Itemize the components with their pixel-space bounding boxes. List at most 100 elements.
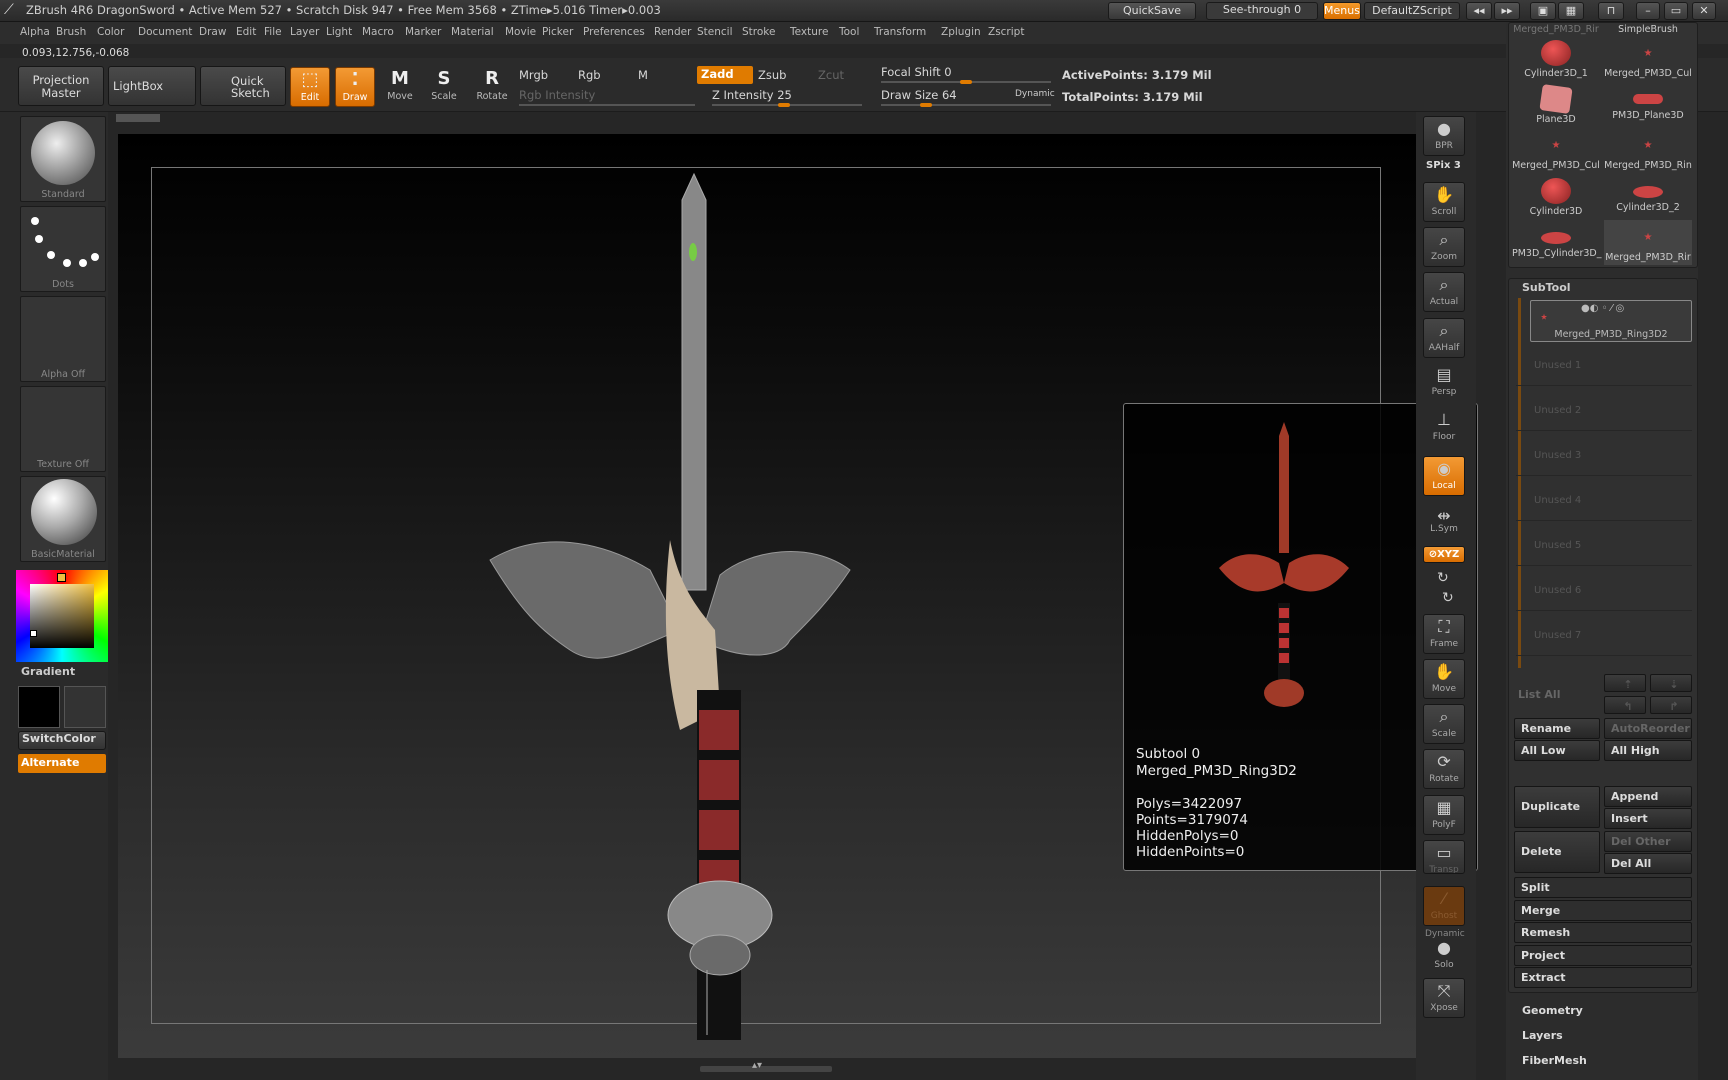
- rotate-view-button[interactable]: ⟳ Rotate: [1423, 749, 1465, 789]
- list-all-button[interactable]: List All: [1518, 688, 1560, 701]
- rgb-button[interactable]: Rgb: [578, 68, 601, 82]
- menu-stencil[interactable]: Stencil: [697, 26, 733, 38]
- tool-thumb-0-label[interactable]: Merged_PM3D_Rir: [1512, 24, 1600, 35]
- split-section[interactable]: Split: [1514, 877, 1692, 898]
- persp-button[interactable]: ▤ Persp: [1423, 363, 1465, 403]
- menu-zplugin[interactable]: Zplugin: [941, 26, 981, 38]
- quicksave-button[interactable]: QuickSave: [1108, 2, 1196, 20]
- menu-stroke[interactable]: Stroke: [742, 26, 775, 38]
- lock-icon[interactable]: ⊓: [1598, 2, 1624, 20]
- move-down-arrow-icon[interactable]: ⇣: [1650, 674, 1692, 692]
- dragon-sword-model[interactable]: [480, 170, 860, 1040]
- rotate-z-icon[interactable]: ↻: [1442, 590, 1454, 606]
- draw-button[interactable]: ⁚ Draw: [335, 67, 375, 107]
- material-selector[interactable]: BasicMaterial: [20, 476, 106, 562]
- subtool-header[interactable]: SubTool: [1522, 281, 1571, 294]
- menu-marker[interactable]: Marker: [405, 26, 441, 38]
- tool-thumb-3[interactable]: ⋆ Merged_PM3D_Cul: [1604, 36, 1692, 81]
- xyz-symmetry-button[interactable]: ⊘XYZ: [1423, 546, 1465, 563]
- layers-section[interactable]: Layers: [1522, 1029, 1563, 1042]
- maximize-icon[interactable]: ▭: [1664, 2, 1688, 20]
- projection-master-button[interactable]: Projection Master: [18, 66, 104, 106]
- geometry-section[interactable]: Geometry: [1522, 1004, 1583, 1017]
- m-button[interactable]: M: [638, 68, 648, 82]
- subtool-slot-2[interactable]: Unused 2: [1516, 391, 1692, 431]
- shift-right-icon[interactable]: ↱: [1650, 696, 1692, 714]
- forward-icon[interactable]: ▸▸: [1494, 2, 1520, 20]
- move-up-arrow-icon[interactable]: ⇡: [1604, 674, 1646, 692]
- duplicate-button[interactable]: Duplicate: [1514, 786, 1600, 828]
- fibermesh-section[interactable]: FiberMesh: [1522, 1054, 1587, 1067]
- texture-selector[interactable]: Texture Off: [20, 386, 106, 472]
- polyf-button[interactable]: ▦ PolyF: [1423, 795, 1465, 835]
- tray-expand-arrow-icon[interactable]: ▴▾: [752, 1060, 762, 1071]
- bpr-button[interactable]: ● BPR: [1423, 116, 1465, 156]
- menu-alpha[interactable]: Alpha: [20, 26, 50, 38]
- subtool-slot-6[interactable]: Unused 6: [1516, 571, 1692, 611]
- scale-view-button[interactable]: ⌕ Scale: [1423, 704, 1465, 744]
- append-button[interactable]: Append: [1604, 786, 1692, 807]
- z-intensity-slider[interactable]: Z Intensity 25: [712, 88, 792, 102]
- zadd-button[interactable]: Zadd: [697, 66, 753, 84]
- stroke-selector[interactable]: Dots: [20, 206, 106, 292]
- tool-thumb-6[interactable]: ⋆ Merged_PM3D_Cul: [1512, 128, 1600, 173]
- menu-movie[interactable]: Movie: [505, 26, 536, 38]
- see-through-slider[interactable]: See-through 0: [1206, 2, 1318, 20]
- tool-thumb-7[interactable]: ⋆ Merged_PM3D_Rin: [1604, 128, 1692, 173]
- solo-button[interactable]: ● Solo: [1423, 936, 1465, 976]
- alternate-button[interactable]: Alternate: [18, 754, 106, 773]
- menu-preferences[interactable]: Preferences: [583, 26, 645, 38]
- color-saturation-square[interactable]: [30, 584, 94, 648]
- menu-document[interactable]: Document: [138, 26, 192, 38]
- tool-thumb-8[interactable]: Cylinder3D: [1512, 174, 1600, 219]
- quick-sketch-button[interactable]: Quick Sketch: [200, 66, 286, 106]
- scroll-button[interactable]: ✋ Scroll: [1423, 182, 1465, 222]
- mrgb-button[interactable]: Mrgb: [519, 68, 548, 82]
- secondary-color-swatch[interactable]: [64, 686, 106, 728]
- subtool-slot-7[interactable]: Unused 7: [1516, 616, 1692, 656]
- shift-left-icon[interactable]: ↰: [1604, 696, 1646, 714]
- focal-shift-knob[interactable]: [960, 80, 972, 84]
- project-section[interactable]: Project: [1514, 945, 1692, 966]
- delete-button[interactable]: Delete: [1514, 831, 1600, 873]
- tool-thumb-1-label[interactable]: SimpleBrush: [1604, 24, 1692, 35]
- tool-thumb-2[interactable]: Cylinder3D_1: [1512, 36, 1600, 81]
- menu-texture[interactable]: Texture: [790, 26, 828, 38]
- xpose-button[interactable]: ⤧ Xpose: [1423, 978, 1465, 1018]
- autoreorder-button[interactable]: AutoReorder: [1604, 718, 1692, 739]
- canvas-scroll-handle[interactable]: [116, 114, 160, 122]
- lightbox-button[interactable]: LightBox: [108, 66, 196, 106]
- edit-button[interactable]: ⬚ Edit: [290, 67, 330, 107]
- move-view-button[interactable]: ✋ Move: [1423, 659, 1465, 699]
- minimize-icon[interactable]: –: [1636, 2, 1660, 20]
- gradient-label[interactable]: Gradient: [21, 665, 75, 678]
- transp-button[interactable]: ▭ Transp: [1423, 840, 1465, 874]
- menu-transform[interactable]: Transform: [874, 26, 926, 38]
- rewind-icon[interactable]: ◂◂: [1466, 2, 1492, 20]
- floor-button[interactable]: ⊥ Floor: [1423, 408, 1465, 448]
- menu-color[interactable]: Color: [97, 26, 124, 38]
- scale-button[interactable]: S Scale: [424, 67, 464, 107]
- visibility-eye-icon[interactable]: ●◐ ◦ ⁄ ◎: [1581, 303, 1624, 314]
- brush-selector[interactable]: Standard: [20, 116, 106, 202]
- close-icon[interactable]: ✕: [1692, 2, 1716, 20]
- draw-size-track[interactable]: [881, 104, 1051, 106]
- layout-icon[interactable]: ▣: [1530, 2, 1556, 20]
- z-intensity-knob[interactable]: [778, 103, 790, 107]
- lsym-button[interactable]: ⇹ L.Sym: [1423, 508, 1465, 538]
- menu-picker[interactable]: Picker: [542, 26, 573, 38]
- subtool-slot-3[interactable]: Unused 3: [1516, 436, 1692, 476]
- color-picker[interactable]: [16, 570, 108, 662]
- del-other-button[interactable]: Del Other: [1604, 831, 1692, 852]
- rgb-intensity-slider[interactable]: Rgb Intensity: [519, 88, 595, 102]
- merge-section[interactable]: Merge: [1514, 900, 1692, 921]
- frame-button[interactable]: ⛶ Frame: [1423, 614, 1465, 654]
- menu-edit[interactable]: Edit: [236, 26, 256, 38]
- move-button[interactable]: M Move: [380, 67, 420, 107]
- tool-thumb-11[interactable]: ⋆ Merged_PM3D_Rir: [1604, 220, 1692, 265]
- aahalf-button[interactable]: ⌕ AAHalf: [1423, 318, 1465, 358]
- extract-section[interactable]: Extract: [1514, 967, 1692, 988]
- insert-button[interactable]: Insert: [1604, 808, 1692, 829]
- subtool-slot-1[interactable]: Unused 1: [1516, 346, 1692, 386]
- zcut-button[interactable]: Zcut: [818, 68, 844, 82]
